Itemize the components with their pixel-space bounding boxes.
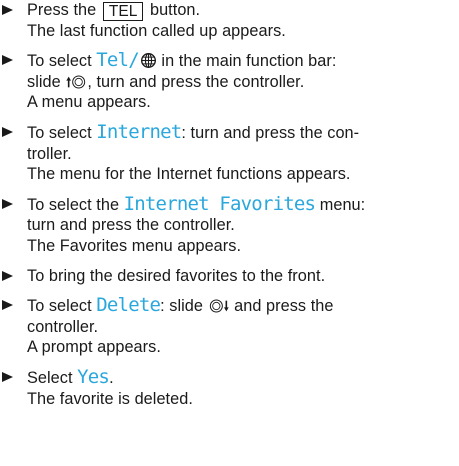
bullet-arrow-icon [2,371,13,382]
step-instruction: Press the TEL button. [27,0,453,21]
text: To select [27,123,92,142]
step-instruction: Select Yes. [27,367,453,389]
step-result: The last function called up appears. [27,21,286,40]
bullet-arrow-icon [2,5,13,15]
globe-icon [140,53,156,69]
display-text-yes: Yes [77,365,110,388]
bullet-arrow-icon [2,300,13,311]
text: button. [149,1,201,19]
step-instruction: To select the Internet Favorites menu: tu… [27,192,453,236]
text: Select [27,368,73,387]
display-text-internet-favorites: Internet Favorites [123,192,316,215]
bullet-arrow-icon [2,198,13,209]
step-select-internet: To select Internet: turn and press the c… [0,122,453,185]
text: To select the [27,195,120,214]
step-press-tel: Press the TEL button. The last function … [0,0,453,41]
step-result: The Favorites menu appears. [27,236,242,255]
text: To select [27,52,92,71]
display-text-internet: Internet [96,120,182,143]
bullet-arrow-icon [2,270,13,281]
step-instruction: To select Tel/ in the main function bar:… [27,50,453,92]
slide-up-controller-icon [66,75,86,89]
text: . [109,368,114,387]
text: controller. [27,317,99,336]
text: slide [27,72,61,91]
bullet-arrow-icon [2,55,13,66]
step-instruction: To select Delete: slide and press the con… [27,295,453,337]
instruction-list: Press the TEL button. The last function … [0,0,459,466]
step-select-tel-globe: To select Tel/ in the main function bar:… [0,50,453,113]
text: menu: [319,195,366,214]
step-result: A menu appears. [27,93,151,112]
step-instruction: To select Internet: turn and press the c… [27,122,453,164]
text: troller. [27,144,72,163]
bullet-arrow-icon [2,126,13,137]
step-instruction: To bring the desired favorites to the fr… [27,266,326,285]
text: in the main function bar: [161,52,337,71]
text: , turn and press the controller. [87,72,305,91]
tel-key-label: TEL [102,2,144,21]
step-select-yes: Select Yes. The favorite is deleted. [0,367,453,409]
step-select-internet-favorites: To select the Internet Favorites menu: tu… [0,192,453,257]
text: To select [27,297,92,316]
step-bring-favorites-front: To bring the desired favorites to the fr… [0,266,453,287]
text: and press the [234,297,334,316]
text: turn and press the controller. [27,216,235,235]
display-text-delete: Delete [96,294,161,317]
step-result: The favorite is deleted. [27,389,193,408]
slide-down-controller-icon [209,299,229,313]
step-result: The menu for the Internet functions appe… [27,165,351,184]
step-select-delete: To select Delete: slide and press the con… [0,295,453,358]
display-text-tel: Tel/ [96,49,139,72]
text: : slide [160,297,204,316]
text: Press the [27,1,97,19]
step-result: A prompt appears. [27,338,161,357]
text: : turn and press the con- [181,123,360,142]
